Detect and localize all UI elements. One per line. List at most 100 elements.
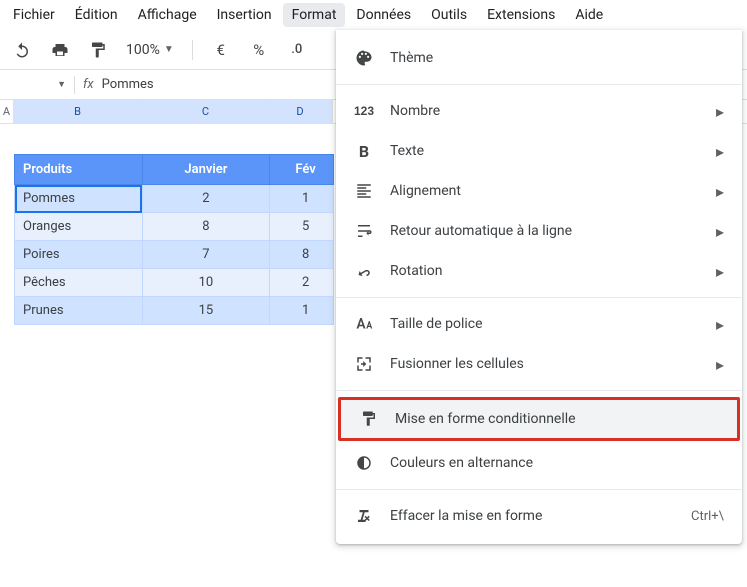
chevron-down-icon: ▼ <box>57 79 66 90</box>
table-row: Oranges 8 5 <box>15 213 334 241</box>
wrap-icon <box>354 221 374 241</box>
menu-separator <box>336 489 742 490</box>
cell[interactable]: 8 <box>142 213 270 241</box>
menu-edit[interactable]: Édition <box>66 3 127 27</box>
menu-label: Effacer la mise en forme <box>390 508 675 524</box>
fx-icon: fx <box>83 77 94 92</box>
menu-insert[interactable]: Insertion <box>208 3 281 27</box>
percent-button[interactable]: % <box>245 36 273 64</box>
menu-label: Retour automatique à la ligne <box>390 223 700 239</box>
separator <box>192 40 193 60</box>
cell[interactable]: Pêches <box>15 269 143 297</box>
undo-button[interactable] <box>8 36 36 64</box>
cell[interactable]: 10 <box>142 269 270 297</box>
col-header-b[interactable]: B <box>14 100 142 123</box>
menu-bar: Fichier Édition Affichage Insertion Form… <box>0 0 747 30</box>
chevron-down-icon: ▼ <box>164 44 174 55</box>
cell[interactable]: 5 <box>270 213 334 241</box>
alternating-colors-icon <box>354 453 374 473</box>
align-icon <box>354 181 374 201</box>
table-row: Pêches 10 2 <box>15 269 334 297</box>
table-row: Poires 7 8 <box>15 241 334 269</box>
undo-icon <box>13 41 31 59</box>
cell[interactable]: 7 <box>142 241 270 269</box>
menu-label: Rotation <box>390 263 700 279</box>
menu-data[interactable]: Données <box>347 3 420 27</box>
menu-fontsize[interactable]: Taille de police ▸ <box>336 304 742 344</box>
menu-label: Alignement <box>390 183 700 199</box>
print-button[interactable] <box>46 36 74 64</box>
menu-text[interactable]: B Texte ▸ <box>336 131 742 171</box>
paint-format-button[interactable] <box>84 36 112 64</box>
currency-button[interactable]: € <box>207 36 235 64</box>
menu-conditional-formatting[interactable]: Mise en forme conditionnelle <box>338 397 740 441</box>
menu-extensions[interactable]: Extensions <box>478 3 564 27</box>
menu-label: Mise en forme conditionnelle <box>395 411 719 427</box>
print-icon <box>51 41 69 59</box>
bold-icon: B <box>354 141 374 161</box>
chevron-right-icon: ▸ <box>716 262 724 281</box>
menu-label: Texte <box>390 143 700 159</box>
table-row: Prunes 15 1 <box>15 297 334 325</box>
menu-alternating-colors[interactable]: Couleurs en alternance <box>336 443 742 483</box>
col-header-c[interactable]: C <box>142 100 270 123</box>
merge-icon <box>354 354 374 374</box>
header-janvier[interactable]: Janvier <box>142 155 270 185</box>
col-header-d[interactable]: D <box>270 100 333 123</box>
menu-file[interactable]: Fichier <box>4 3 64 27</box>
rotation-icon <box>354 261 374 281</box>
menu-number[interactable]: 123 Nombre ▸ <box>336 91 742 131</box>
clear-format-icon <box>354 506 374 526</box>
table-row: Pommes 2 1 <box>15 185 334 213</box>
name-box[interactable]: ▼ <box>8 79 66 90</box>
menu-label: Nombre <box>390 103 700 119</box>
header-produits[interactable]: Produits <box>15 155 143 185</box>
menu-separator <box>336 84 742 85</box>
cell[interactable]: 2 <box>142 185 270 213</box>
menu-wrap[interactable]: Retour automatique à la ligne ▸ <box>336 211 742 251</box>
col-header-a[interactable]: A <box>0 100 14 123</box>
fontsize-icon <box>354 314 374 334</box>
theme-icon <box>354 48 374 68</box>
menu-align[interactable]: Alignement ▸ <box>336 171 742 211</box>
cell-pommes[interactable]: Pommes <box>15 185 143 213</box>
zoom-value: 100% <box>126 42 160 58</box>
conditional-format-icon <box>359 409 379 429</box>
shortcut-label: Ctrl+\ <box>691 509 724 524</box>
chevron-right-icon: ▸ <box>716 102 724 121</box>
cell[interactable]: 15 <box>142 297 270 325</box>
separator <box>74 76 75 94</box>
cell[interactable]: Prunes <box>15 297 143 325</box>
zoom-dropdown[interactable]: 100% ▼ <box>122 42 178 58</box>
paint-roller-icon <box>89 41 107 59</box>
format-dropdown: Thème 123 Nombre ▸ B Texte ▸ Alignement … <box>336 30 742 544</box>
menu-rotation[interactable]: Rotation ▸ <box>336 251 742 291</box>
cell[interactable]: Poires <box>15 241 143 269</box>
chevron-right-icon: ▸ <box>716 182 724 201</box>
menu-label: Taille de police <box>390 316 700 332</box>
decrease-decimals-button[interactable]: .0 <box>283 36 311 64</box>
menu-clear-formatting[interactable]: Effacer la mise en forme Ctrl+\ <box>336 496 742 536</box>
cell[interactable]: 8 <box>270 241 334 269</box>
chevron-right-icon: ▸ <box>716 222 724 241</box>
menu-label: Couleurs en alternance <box>390 455 724 471</box>
table-header-row: Produits Janvier Fév <box>15 155 334 185</box>
cell[interactable]: 1 <box>270 297 334 325</box>
chevron-right-icon: ▸ <box>716 142 724 161</box>
menu-separator <box>336 297 742 298</box>
header-fevrier[interactable]: Fév <box>270 155 334 185</box>
cell[interactable]: 1 <box>270 185 334 213</box>
menu-format[interactable]: Format <box>283 3 346 27</box>
formula-value[interactable]: Pommes <box>102 77 154 92</box>
menu-separator <box>336 390 742 391</box>
menu-label: Fusionner les cellules <box>390 356 700 372</box>
menu-theme[interactable]: Thème <box>336 38 742 78</box>
number-icon: 123 <box>354 101 374 121</box>
menu-merge[interactable]: Fusionner les cellules ▸ <box>336 344 742 384</box>
cell[interactable]: 2 <box>270 269 334 297</box>
menu-tools[interactable]: Outils <box>422 3 476 27</box>
data-table: Produits Janvier Fév Pommes 2 1 Oranges … <box>14 154 334 325</box>
cell[interactable]: Oranges <box>15 213 143 241</box>
menu-view[interactable]: Affichage <box>129 3 206 27</box>
menu-help[interactable]: Aide <box>566 3 612 27</box>
